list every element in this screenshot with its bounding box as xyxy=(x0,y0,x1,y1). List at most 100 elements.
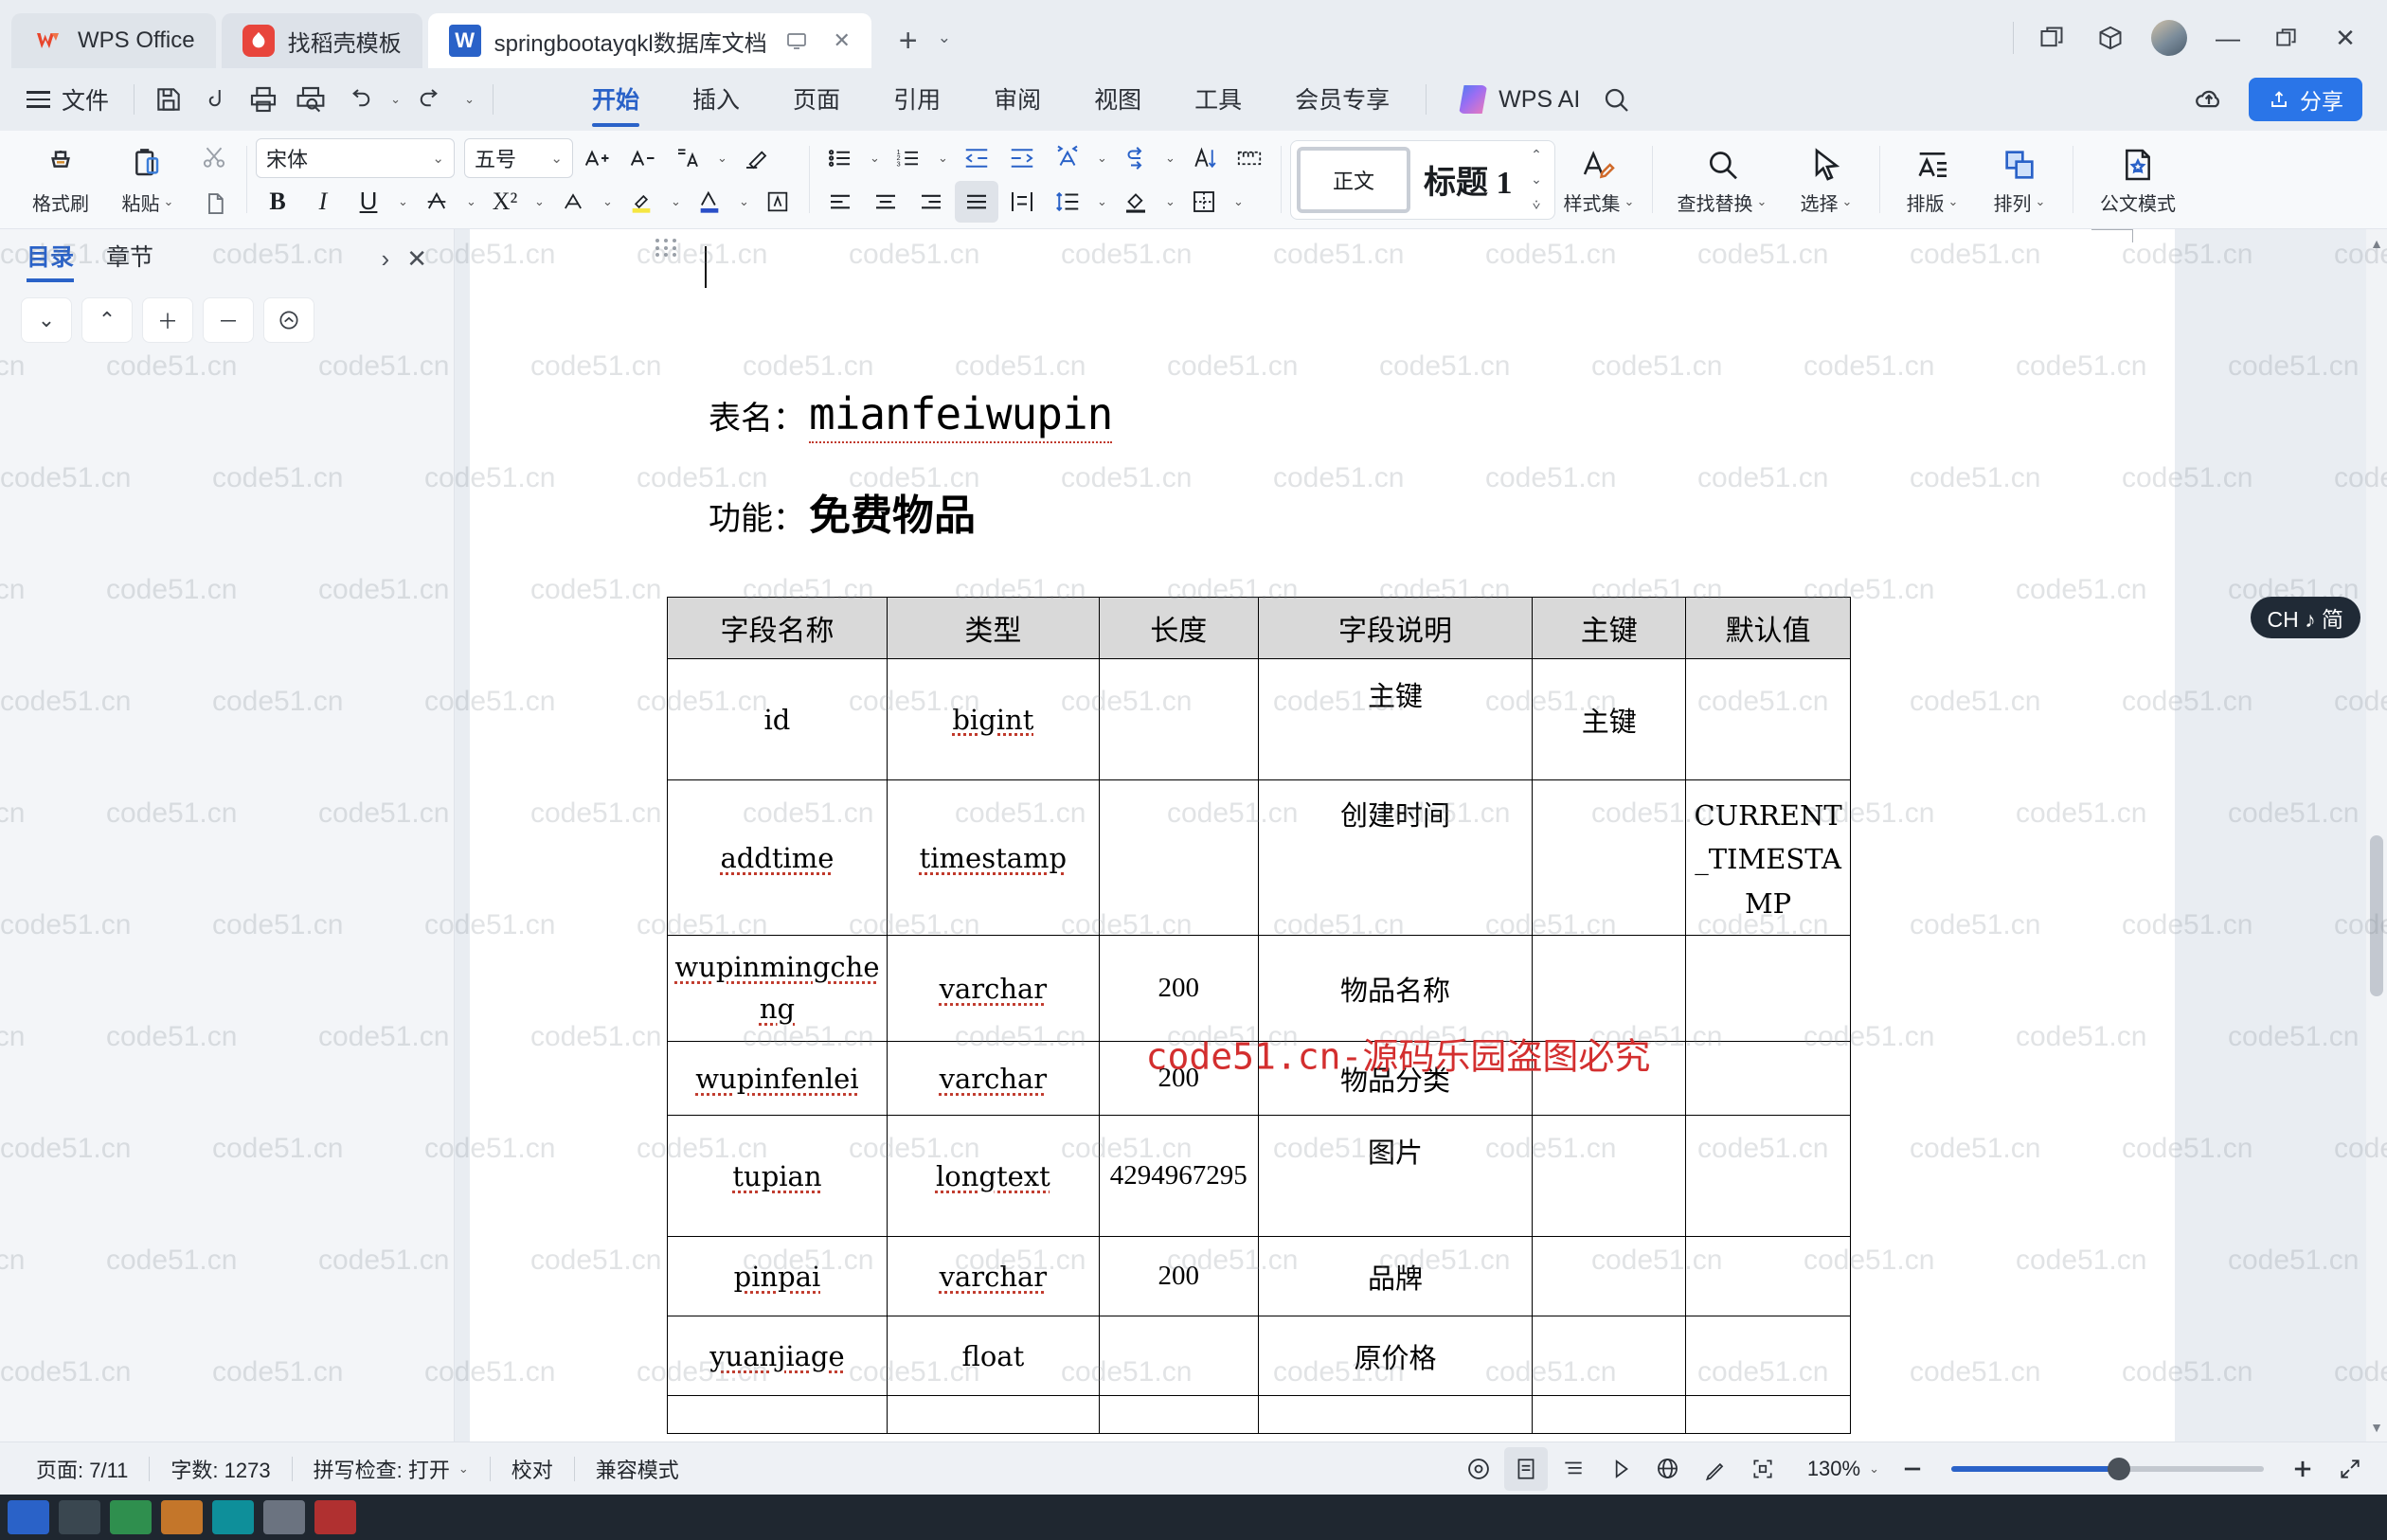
close-button[interactable]: ✕ xyxy=(2319,15,2372,61)
fit-page-icon[interactable] xyxy=(1741,1447,1785,1491)
official-mode-button[interactable]: 公文模式 xyxy=(2082,136,2194,224)
find-replace-button[interactable]: 查找替换 ⌄ xyxy=(1661,136,1783,224)
chevron-down-icon[interactable]: ⌄ xyxy=(1948,194,1959,209)
close-icon[interactable]: ✕ xyxy=(406,244,427,274)
cloud-upload-icon[interactable] xyxy=(2184,75,2234,124)
refresh-icon[interactable] xyxy=(263,297,314,343)
chevron-down-icon[interactable]: ⌄ xyxy=(550,150,563,167)
taskbar-item[interactable] xyxy=(8,1500,49,1534)
save-icon[interactable] xyxy=(146,77,191,122)
style-normal[interactable]: 正文 xyxy=(1297,146,1410,213)
show-marks-chevron-icon[interactable]: ⌄ xyxy=(1159,137,1180,179)
distribute-button[interactable] xyxy=(1000,181,1044,223)
table-row[interactable]: wupinmingcheng varchar 200 物品名称 xyxy=(667,935,1851,1043)
font-color-button[interactable] xyxy=(688,181,731,223)
tab-wps-office[interactable]: WPS Office xyxy=(11,13,216,68)
tab-member[interactable]: 会员专享 xyxy=(1270,74,1414,125)
clear-format-button[interactable] xyxy=(734,137,778,179)
superscript-button[interactable]: X² xyxy=(483,181,527,223)
page-view-icon[interactable] xyxy=(1503,1446,1548,1491)
print-icon[interactable] xyxy=(241,77,286,122)
style-gallery[interactable]: 正文 标题 1 ⌃ ⌄ ⩒ xyxy=(1290,139,1555,220)
play-icon[interactable] xyxy=(1599,1447,1642,1491)
grow-font-button[interactable] xyxy=(575,137,619,179)
font-size-select[interactable]: 五号 ⌄ xyxy=(464,137,573,178)
pen-icon[interactable] xyxy=(1694,1447,1737,1491)
taskbar-item[interactable] xyxy=(161,1500,203,1534)
redo-chevron-icon[interactable]: ⌄ xyxy=(457,77,481,122)
text-direction-button[interactable] xyxy=(1046,137,1089,179)
cube-3d-icon[interactable] xyxy=(2084,15,2137,61)
chevron-down-icon[interactable]: ⌄ xyxy=(1624,194,1635,209)
justify-button[interactable] xyxy=(955,180,998,223)
text-effects-chevron-icon[interactable]: ⌄ xyxy=(597,181,618,223)
tab-active-document[interactable]: W springbootayqkl数据库文档 ✕ xyxy=(427,13,871,68)
chevron-down-icon[interactable]: ⌄ xyxy=(1531,171,1542,188)
numbered-chevron-icon[interactable]: ⌄ xyxy=(932,137,953,179)
file-menu-button[interactable]: 文件 xyxy=(13,82,122,116)
zoom-slider-knob[interactable] xyxy=(2108,1457,2130,1480)
typeset-button[interactable]: 排版 ⌄ xyxy=(1889,136,1976,224)
table-row[interactable]: tupian longtext 4294967295 图片 xyxy=(667,1115,1851,1238)
style-gallery-scroll[interactable]: ⌃ ⌄ ⩒ xyxy=(1524,147,1549,213)
scrollbar-thumb[interactable] xyxy=(2370,835,2383,996)
chevron-down-icon[interactable]: ⌄ xyxy=(164,194,174,209)
tab-view[interactable]: 视图 xyxy=(1069,74,1166,125)
chevron-down-icon[interactable]: ⌄ xyxy=(432,150,444,167)
paragraph-handle-icon[interactable] xyxy=(655,239,678,258)
underline-chevron-icon[interactable]: ⌄ xyxy=(392,181,413,223)
restore-button[interactable] xyxy=(2260,15,2313,61)
status-proofread[interactable]: 校对 xyxy=(491,1454,574,1484)
borders-button[interactable] xyxy=(1182,181,1226,223)
search-icon[interactable] xyxy=(1593,77,1639,122)
taskbar-item[interactable] xyxy=(212,1500,254,1534)
copy-icon[interactable] xyxy=(191,181,237,226)
paragraph-layout-button[interactable] xyxy=(1228,137,1271,179)
font-name-select[interactable]: 宋体 ⌄ xyxy=(256,137,455,178)
scroll-up-arrow[interactable]: ▲ xyxy=(2366,231,2387,256)
chevron-down-icon[interactable]: ⌄ xyxy=(1842,194,1853,209)
status-page[interactable]: 页面: 7/11 xyxy=(15,1454,149,1484)
split-view-icon[interactable] xyxy=(2025,15,2078,61)
scissors-icon[interactable] xyxy=(191,134,237,179)
superscript-chevron-icon[interactable]: ⌄ xyxy=(529,181,549,223)
taskbar-item[interactable] xyxy=(314,1500,356,1534)
styles-set-button[interactable]: 样式集 ⌄ xyxy=(1555,136,1642,224)
highlight-chevron-icon[interactable]: ⌄ xyxy=(665,181,686,223)
redo-icon[interactable] xyxy=(409,77,455,122)
format-painter-button[interactable]: 格式刷 xyxy=(17,136,104,224)
align-center-button[interactable] xyxy=(864,181,907,223)
sidebar-tab-catalog[interactable]: 目录 xyxy=(27,239,75,282)
italic-button[interactable]: I xyxy=(301,181,345,223)
status-word-count[interactable]: 字数: 1273 xyxy=(150,1454,291,1484)
scroll-down-arrow[interactable]: ▼ xyxy=(2366,1415,2387,1440)
tab-docer-template[interactable]: 找稻壳模板 xyxy=(221,13,422,68)
document-body[interactable]: 表名： mianfeiwupin 功能： 免费物品 字段名称 类型 长度 字段说… xyxy=(470,295,2175,1442)
wps-ai-button[interactable]: WPS AI xyxy=(1459,85,1580,114)
arrange-button[interactable]: 排列 ⌄ xyxy=(1976,136,2063,224)
tab-start[interactable]: 开始 xyxy=(567,74,664,127)
print-preview-icon[interactable] xyxy=(288,77,333,122)
increase-indent-button[interactable] xyxy=(1000,137,1044,179)
zoom-level[interactable]: 130% ⌄ xyxy=(1788,1457,1887,1481)
line-spacing-button[interactable] xyxy=(1046,181,1089,223)
tab-page[interactable]: 页面 xyxy=(768,74,865,125)
tab-close-icon[interactable]: ✕ xyxy=(826,25,858,57)
bullet-chevron-icon[interactable]: ⌄ xyxy=(864,137,885,179)
table-row[interactable]: addtime timestamp 创建时间 CURRENT_TIMESTAMP xyxy=(667,779,1851,937)
chevron-down-icon[interactable]: ⌄ xyxy=(1757,194,1768,209)
tab-list-chevron-icon[interactable]: ⌄ xyxy=(938,28,951,47)
tab-present-icon[interactable] xyxy=(781,25,813,57)
borders-chevron-icon[interactable]: ⌄ xyxy=(1228,181,1248,223)
table-row[interactable]: pinpai varchar 200 品牌 xyxy=(667,1236,1851,1317)
ime-status-badge[interactable]: CH ♪ 简 xyxy=(2250,597,2360,638)
align-left-button[interactable] xyxy=(818,181,862,223)
chevron-right-icon[interactable]: › xyxy=(382,244,390,274)
schema-table[interactable]: 字段名称 类型 长度 字段说明 主键 默认值 id bigint 主键 主键 a… xyxy=(667,597,1851,1435)
status-compat-mode[interactable]: 兼容模式 xyxy=(575,1454,700,1484)
chevron-down-icon[interactable]: ⌄ xyxy=(2036,194,2046,209)
vertical-scrollbar[interactable]: ▲ ▼ xyxy=(2366,229,2387,1442)
fullscreen-icon[interactable] xyxy=(2328,1447,2372,1491)
chevron-down-icon[interactable]: ⌄ xyxy=(1869,1461,1879,1477)
select-button[interactable]: 选择 ⌄ xyxy=(1783,136,1870,224)
